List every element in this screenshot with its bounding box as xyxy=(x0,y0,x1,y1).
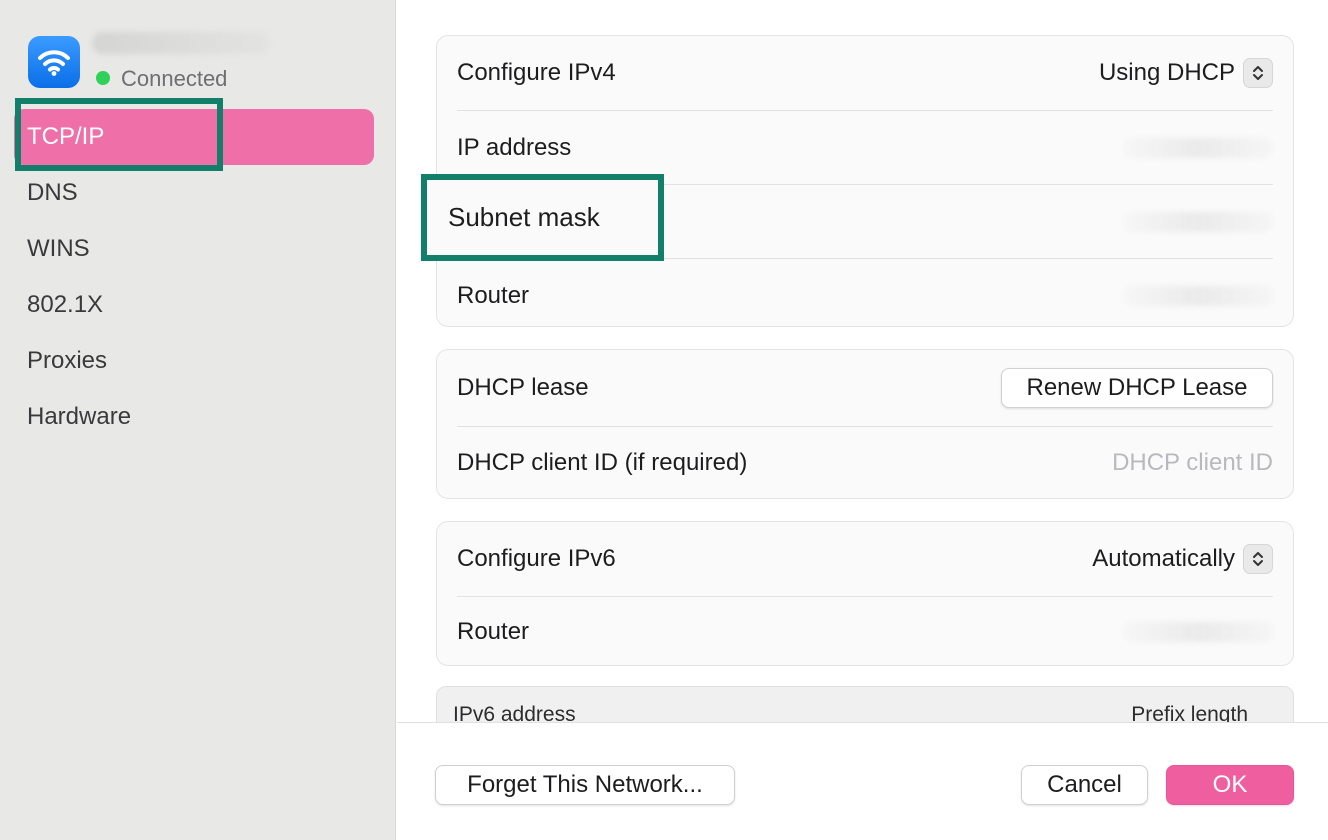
dhcp-lease-label: DHCP lease xyxy=(457,374,589,401)
dialog-footer: Forget This Network... Cancel OK xyxy=(397,722,1328,840)
settings-nav: TCP/IP DNS WINS 802.1X Proxies Hardware xyxy=(14,109,374,445)
forget-network-button[interactable]: Forget This Network... xyxy=(435,765,735,805)
router-ipv4-label: Router xyxy=(457,281,530,309)
ip-address-label: IP address xyxy=(457,133,572,161)
ip-address-value-redacted xyxy=(1123,137,1273,158)
sidebar-item-wins[interactable]: WINS xyxy=(14,221,374,277)
subnet-mask-value-redacted xyxy=(1123,211,1273,232)
network-name-redacted xyxy=(92,32,270,54)
sidebar-item-proxies[interactable]: Proxies xyxy=(14,333,374,389)
configure-ipv4-row: Configure IPv4 Using DHCP xyxy=(457,36,1273,110)
router-ipv6-value-redacted xyxy=(1123,621,1273,642)
sidebar-item-hardware[interactable]: Hardware xyxy=(14,389,374,445)
router-ipv4-row: Router xyxy=(457,258,1273,332)
router-ipv6-row: Router xyxy=(457,596,1273,666)
connection-status: Connected xyxy=(121,66,228,91)
router-ipv4-value-redacted xyxy=(1123,285,1273,306)
chevron-updown-icon xyxy=(1243,544,1273,574)
ip-address-row: IP address xyxy=(457,110,1273,184)
router-ipv6-label: Router xyxy=(457,617,530,645)
configure-ipv4-label: Configure IPv4 xyxy=(457,59,616,86)
dhcp-card: DHCP lease Renew DHCP Lease DHCP client … xyxy=(436,349,1294,499)
configure-ipv6-value: Automatically xyxy=(1092,545,1235,572)
renew-dhcp-lease-button[interactable]: Renew DHCP Lease xyxy=(1001,368,1273,408)
highlight-box-subnet-mask: Subnet mask xyxy=(421,174,664,261)
ok-button[interactable]: OK xyxy=(1166,765,1294,805)
configure-ipv6-row: Configure IPv6 Automatically xyxy=(457,522,1273,596)
ipv6-card: Configure IPv6 Automatically Router xyxy=(436,521,1294,666)
configure-ipv6-label: Configure IPv6 xyxy=(457,545,616,572)
sidebar-item-tcpip[interactable]: TCP/IP xyxy=(14,109,374,165)
main-panel: Configure IPv4 Using DHCP IP address Rou… xyxy=(397,0,1328,840)
sidebar: Connected TCP/IP DNS WINS 802.1X Proxies… xyxy=(0,0,396,840)
dhcp-client-id-input[interactable] xyxy=(1013,448,1273,477)
cancel-button[interactable]: Cancel xyxy=(1021,765,1148,805)
configure-ipv6-popup[interactable]: Automatically xyxy=(1092,544,1273,574)
subnet-mask-label: Subnet mask xyxy=(448,202,600,232)
configure-ipv4-value: Using DHCP xyxy=(1098,59,1235,86)
configure-ipv4-popup[interactable]: Using DHCP xyxy=(1099,58,1273,88)
sidebar-item-dns[interactable]: DNS xyxy=(14,165,374,221)
sidebar-item-8021x[interactable]: 802.1X xyxy=(14,277,374,333)
connected-status-dot xyxy=(96,71,110,85)
dhcp-client-id-row: DHCP client ID (if required) xyxy=(457,426,1273,498)
chevron-updown-icon xyxy=(1243,58,1273,88)
dhcp-client-id-label: DHCP client ID (if required) xyxy=(457,448,748,476)
wifi-icon xyxy=(28,36,80,88)
dhcp-lease-row: DHCP lease Renew DHCP Lease xyxy=(457,350,1273,426)
